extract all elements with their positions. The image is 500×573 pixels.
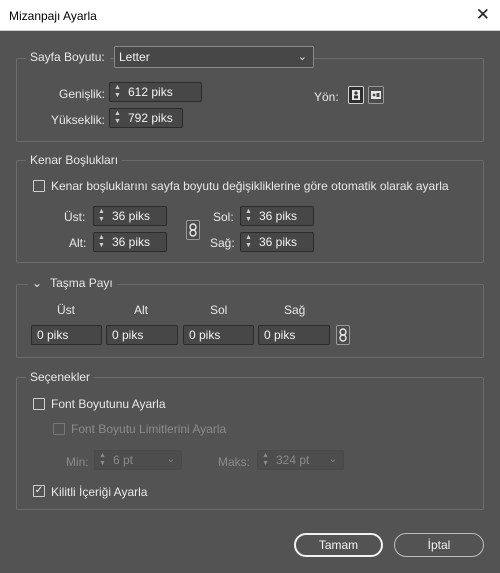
spin-arrows-icon[interactable]: ▲ ▼ <box>258 451 273 469</box>
width-stepper[interactable]: ▲ ▼ 612 piks <box>109 82 202 102</box>
locked-content-checkbox[interactable]: ✓ <box>33 485 45 497</box>
min-font-size-stepper[interactable]: ▲ ▼ 6 pt ⌄ <box>94 450 182 470</box>
auto-adjust-label[interactable]: Kenar boşluklarını sayfa boyutu değişikl… <box>51 179 449 193</box>
ok-button[interactable]: Tamam <box>294 533 383 557</box>
margin-right-value: 36 piks <box>259 235 298 249</box>
height-value: 792 piks <box>128 111 173 125</box>
landscape-icon <box>371 91 381 99</box>
bleed-top-header: Üst <box>57 303 75 317</box>
spin-arrows-icon[interactable]: ▲ ▼ <box>94 233 109 251</box>
bleed-top-field[interactable]: 0 piks <box>31 325 102 345</box>
page-size-label: Sayfa Boyutu: <box>30 50 105 64</box>
auto-adjust-checkbox[interactable] <box>33 180 45 192</box>
spin-arrows-icon[interactable]: ▲ ▼ <box>241 233 256 251</box>
spin-arrows-icon[interactable]: ▲ ▼ <box>110 83 125 101</box>
font-limits-checkbox[interactable] <box>53 423 65 435</box>
margin-bottom-stepper[interactable]: ▲ ▼ 36 piks <box>93 232 167 252</box>
portrait-orientation-button[interactable] <box>348 86 364 104</box>
bleed-legend[interactable]: ⌄ Taşma Payı <box>28 276 117 290</box>
height-stepper[interactable]: ▲ ▼ 792 piks <box>109 108 183 128</box>
max-font-size-value: 324 pt <box>276 453 310 467</box>
checkmark-icon: ✓ <box>34 485 44 496</box>
font-adjust-label[interactable]: Font Boyutunu Ayarla <box>51 397 166 411</box>
options-legend: Seçenekler <box>26 370 95 384</box>
chain-link-icon <box>189 223 197 237</box>
width-value: 612 piks <box>128 85 173 99</box>
bleed-right-header: Sağ <box>284 303 306 317</box>
collapse-chevron-icon[interactable]: ⌄ <box>32 276 42 290</box>
height-label: Yükseklik: <box>51 113 106 127</box>
page-size-value: Letter <box>119 50 150 64</box>
margin-left-stepper[interactable]: ▲ ▼ 36 piks <box>240 206 314 226</box>
page-size-legend: Sayfa Boyutu: <box>26 50 110 66</box>
margin-link-button[interactable] <box>186 220 200 240</box>
bleed-bottom-field[interactable]: 0 piks <box>106 325 178 345</box>
cancel-button[interactable]: İptal <box>394 533 484 557</box>
bleed-left-field[interactable]: 0 piks <box>183 325 254 345</box>
spin-arrows-icon[interactable]: ▲ ▼ <box>94 207 109 225</box>
chevron-down-icon: ⌄ <box>328 454 337 465</box>
margin-left-value: 36 piks <box>259 209 298 223</box>
close-icon[interactable]: ✕ <box>476 5 490 25</box>
spin-arrows-icon[interactable]: ▲ ▼ <box>110 109 125 127</box>
bleed-left-header: Sol <box>210 303 228 317</box>
font-adjust-checkbox[interactable] <box>33 398 45 410</box>
min-label: Min: <box>66 455 89 469</box>
portrait-icon <box>352 90 360 100</box>
font-limits-label[interactable]: Font Boyutu Limitlerini Ayarla <box>71 422 226 436</box>
width-label: Genişlik: <box>59 87 106 101</box>
landscape-orientation-button[interactable] <box>368 86 384 104</box>
chevron-down-icon: ⌄ <box>297 51 307 63</box>
title-bar: Mizanpajı Ayarla ✕ <box>0 0 500 31</box>
bleed-right-field[interactable]: 0 piks <box>258 325 330 345</box>
margin-bottom-value: 36 piks <box>112 235 151 249</box>
margin-top-stepper[interactable]: ▲ ▼ 36 piks <box>93 206 167 226</box>
chevron-down-icon: ⌄ <box>166 454 175 465</box>
bleed-legend-label: Taşma Payı <box>50 276 113 290</box>
margin-bottom-label: Alt: <box>69 236 87 250</box>
bleed-link-button[interactable] <box>336 325 350 345</box>
spin-arrows-icon[interactable]: ▲ ▼ <box>241 207 256 225</box>
max-label: Maks: <box>218 455 251 469</box>
locked-content-label[interactable]: Kilitli İçeriği Ayarla <box>51 485 147 499</box>
max-font-size-stepper[interactable]: ▲ ▼ 324 pt ⌄ <box>257 450 344 470</box>
margin-top-label: Üst: <box>64 210 86 224</box>
margin-right-stepper[interactable]: ▲ ▼ 36 piks <box>240 232 314 252</box>
margin-top-value: 36 piks <box>112 209 151 223</box>
orientation-label: Yön: <box>314 90 339 104</box>
margin-right-label: Sağ: <box>210 236 235 250</box>
min-font-size-value: 6 pt <box>113 453 134 467</box>
margin-left-label: Sol: <box>213 210 234 224</box>
bleed-bottom-header: Alt <box>134 303 149 317</box>
chain-link-icon <box>339 328 347 342</box>
bleed-group <box>16 284 484 358</box>
margins-legend: Kenar Boşlukları <box>26 153 123 167</box>
spin-arrows-icon[interactable]: ▲ ▼ <box>95 451 110 469</box>
window-title: Mizanpajı Ayarla <box>9 9 97 23</box>
page-size-dropdown[interactable]: Letter ⌄ <box>114 46 314 68</box>
